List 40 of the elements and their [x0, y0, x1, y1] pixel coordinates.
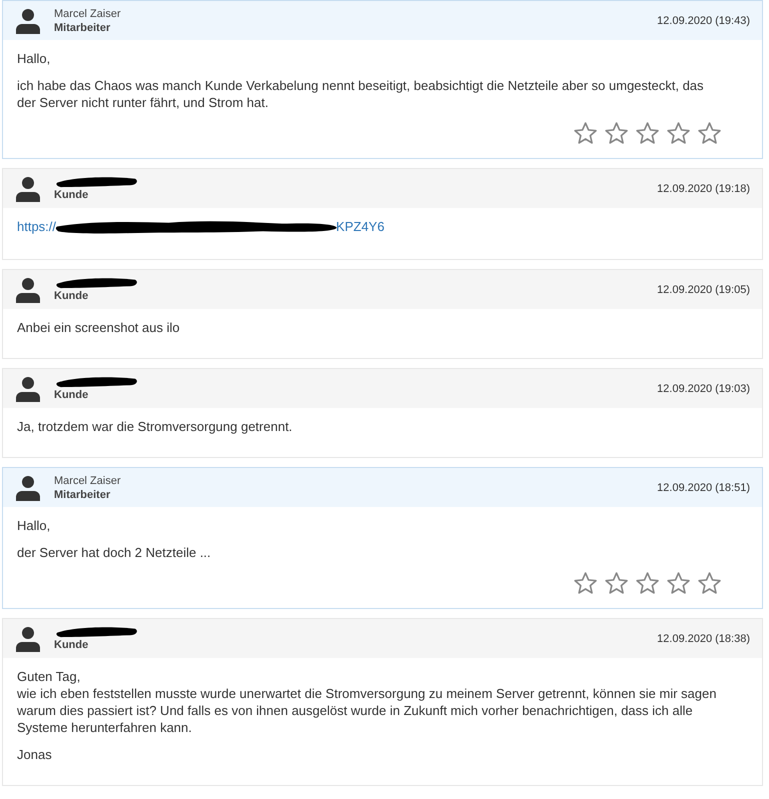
- link[interactable]: https://: [17, 219, 56, 234]
- message-text: Anbei ein screenshot aus ilo: [17, 319, 180, 336]
- user-icon: [15, 176, 41, 202]
- author-role: Kunde: [54, 388, 90, 402]
- message-text: Hallo,: [17, 517, 50, 534]
- message-text: Ja, trotzdem war die Stromversorgung getrennt.: [17, 418, 292, 435]
- message-text: Guten Tag, wie ich eben feststellen musste wurde unerwartet die Stromversorgung zu meinem Server getrennt, können sie mir sagen warum dies passiert ist? Und falls es von ihnen ausgelöst wurde in Zukunft mich vorher benachrichtigen, dass ich alle Systeme herunterfahren kann.: [17, 668, 718, 736]
- star-icon[interactable]: [697, 121, 722, 146]
- message-date: 12.09.2020 (18:51): [657, 482, 750, 494]
- message-text: der Server hat doch 2 Netzteile ...: [17, 544, 211, 561]
- link[interactable]: KPZ4Y6: [336, 219, 384, 234]
- message-date: 12.09.2020 (19:05): [657, 284, 750, 296]
- author-role: Mitarbeiter: [54, 20, 112, 34]
- user-icon: [15, 474, 41, 500]
- message-date: 12.09.2020 (19:03): [657, 382, 750, 394]
- message-date: 12.09.2020 (19:18): [657, 182, 750, 194]
- user-icon: [15, 276, 41, 302]
- message-date: 12.09.2020 (18:38): [657, 632, 750, 644]
- author-role: Mitarbeiter: [54, 488, 112, 502]
- star-icon[interactable]: [573, 571, 598, 596]
- star-icon[interactable]: [604, 571, 629, 596]
- star-icon[interactable]: [666, 571, 691, 596]
- message-text: ich habe das Chaos was manch Kunde Verkabelung nennt beseitigt, beabsichtigt die Netzteile aber so umgesteckt, das der Server nicht runter fährt, und Strom hat.: [17, 77, 705, 111]
- star-icon[interactable]: [697, 571, 722, 596]
- author-role: Kunde: [54, 638, 90, 652]
- star-icon[interactable]: [573, 121, 598, 146]
- author-name: Marcel Zaiser: [54, 474, 121, 488]
- user-icon: [15, 626, 41, 652]
- author-role: Kunde: [54, 188, 90, 202]
- message-text: Jonas: [17, 746, 52, 763]
- star-icon[interactable]: [635, 571, 660, 596]
- message-date: 12.09.2020 (19:43): [657, 14, 750, 26]
- message-text: Hallo,: [17, 50, 50, 67]
- user-icon: [15, 376, 41, 402]
- star-icon[interactable]: [604, 121, 629, 146]
- author-name: Marcel Zaiser: [54, 6, 121, 20]
- author-role: Kunde: [54, 289, 90, 303]
- user-icon: [15, 8, 41, 34]
- star-icon[interactable]: [666, 121, 691, 146]
- star-icon[interactable]: [635, 121, 660, 146]
